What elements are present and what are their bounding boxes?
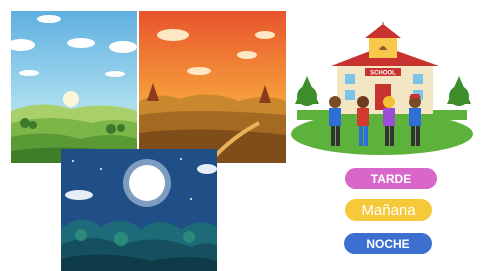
tarde-button[interactable]: TARDE bbox=[345, 168, 437, 189]
night-scene-image[interactable] bbox=[61, 149, 217, 271]
night-landscape-illustration bbox=[61, 149, 217, 271]
school-children-illustration[interactable]: SCHOOL bbox=[291, 10, 474, 155]
school-building-illustration: SCHOOL bbox=[291, 10, 473, 155]
afternoon-landscape-illustration bbox=[139, 11, 286, 163]
morning-landscape-illustration bbox=[11, 11, 137, 163]
school-sign-text: SCHOOL bbox=[370, 71, 396, 77]
manana-button[interactable]: Mañana bbox=[345, 199, 432, 221]
afternoon-scene-image[interactable] bbox=[139, 11, 286, 163]
noche-button[interactable]: NOCHE bbox=[344, 233, 432, 254]
morning-scene-image[interactable] bbox=[11, 11, 137, 163]
